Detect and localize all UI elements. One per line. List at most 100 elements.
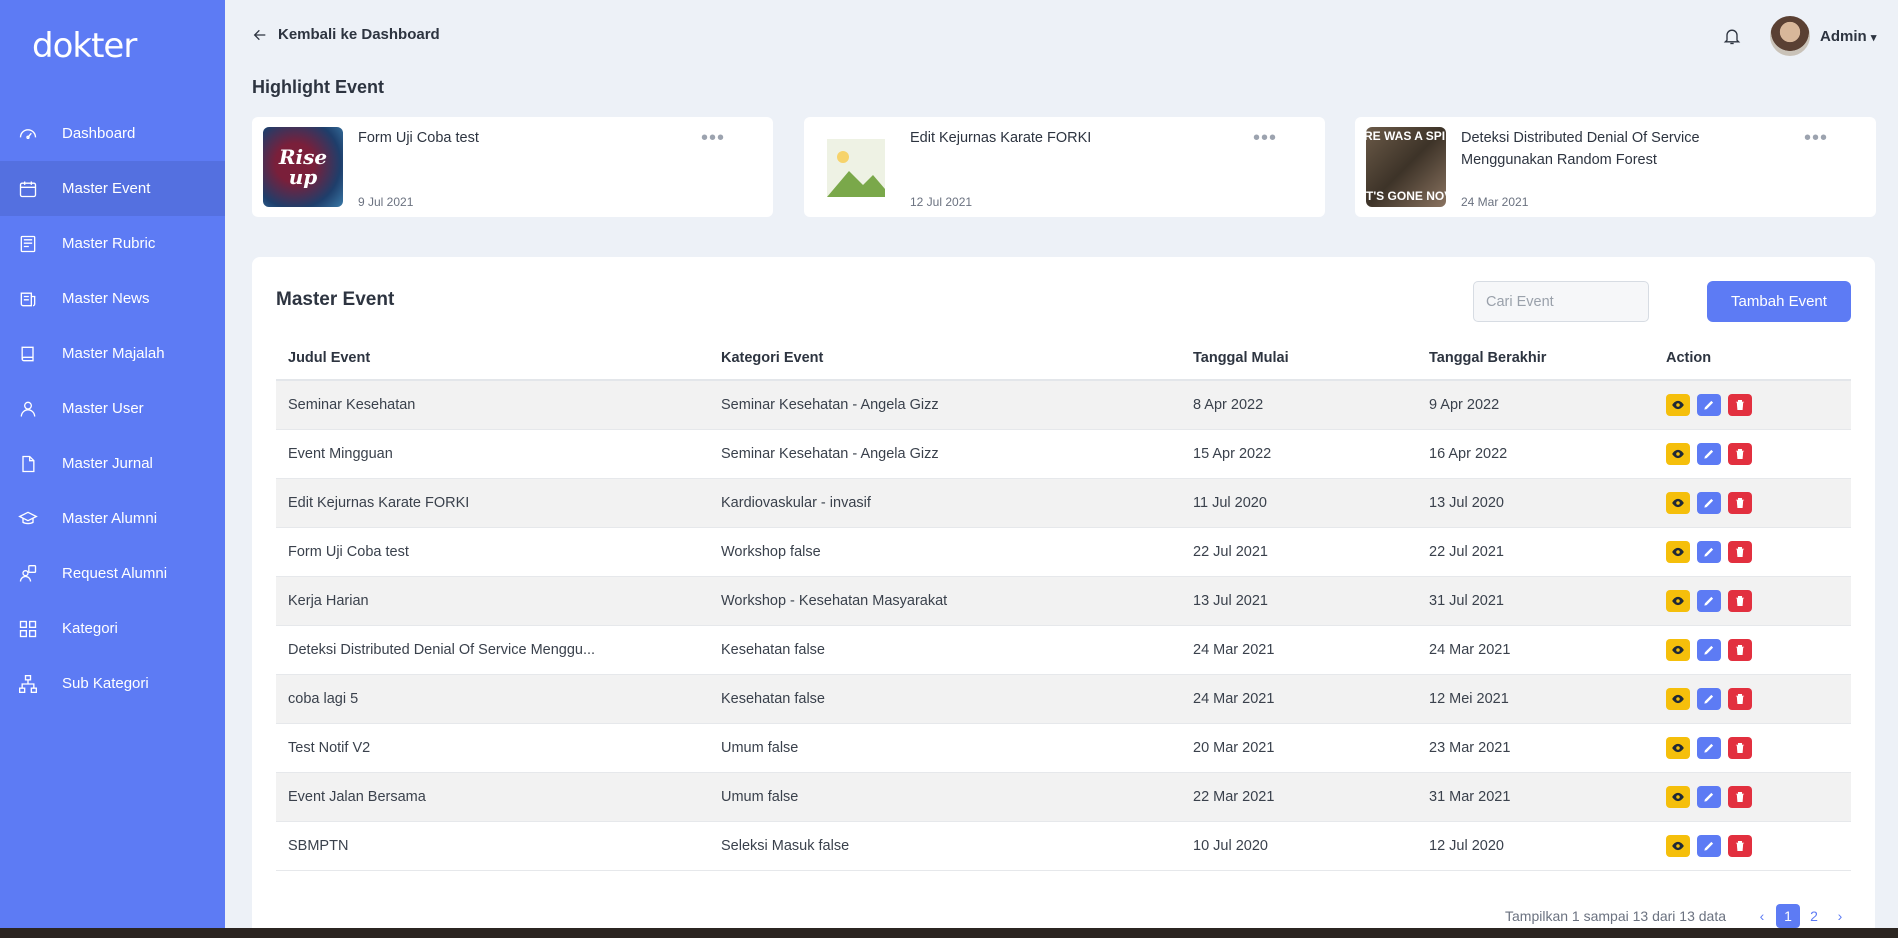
table-row: Seminar Kesehatan Seminar Kesehatan - Ang… bbox=[276, 380, 1851, 430]
cell-actions bbox=[1654, 576, 1851, 626]
thumbnail-logo-text: Rise up bbox=[278, 145, 328, 189]
add-event-button[interactable]: Tambah Event bbox=[1707, 281, 1851, 322]
sidebar-item-dashboard[interactable]: Dashboard bbox=[0, 106, 225, 161]
view-button[interactable] bbox=[1666, 491, 1690, 514]
highlight-card[interactable]: Rise up Form Uji Coba test 9 Jul 2021 ••… bbox=[252, 117, 773, 217]
trash-icon bbox=[1733, 545, 1747, 559]
trash-icon bbox=[1733, 496, 1747, 510]
view-button[interactable] bbox=[1666, 442, 1690, 465]
highlight-card[interactable]: RE WAS A SPI T'S GONE NOV Deteksi Distri… bbox=[1355, 117, 1876, 217]
view-button[interactable] bbox=[1666, 638, 1690, 661]
master-event-panel: Master Event Tambah Event Judul Event Ka… bbox=[252, 257, 1875, 938]
edit-button[interactable] bbox=[1697, 540, 1721, 563]
view-button[interactable] bbox=[1666, 589, 1690, 612]
sidebar-item-request-alumni[interactable]: Request Alumni bbox=[0, 546, 225, 601]
edit-button[interactable] bbox=[1697, 687, 1721, 710]
sidebar-item-master-majalah[interactable]: Master Majalah bbox=[0, 326, 225, 381]
sidebar-item-label: Master User bbox=[62, 400, 144, 417]
cell-judul: Seminar Kesehatan bbox=[276, 380, 709, 430]
edit-button[interactable] bbox=[1697, 589, 1721, 612]
cell-tanggal-mulai: 8 Apr 2022 bbox=[1181, 380, 1417, 430]
edit-button[interactable] bbox=[1697, 442, 1721, 465]
delete-button[interactable] bbox=[1728, 638, 1752, 661]
cell-judul: coba lagi 5 bbox=[276, 674, 709, 724]
view-button[interactable] bbox=[1666, 736, 1690, 759]
page-button[interactable]: 1 bbox=[1776, 904, 1800, 928]
edit-button[interactable] bbox=[1697, 834, 1721, 857]
next-page-icon[interactable]: › bbox=[1828, 904, 1852, 928]
cell-kategori: Workshop false bbox=[709, 527, 1181, 577]
delete-button[interactable] bbox=[1728, 785, 1752, 808]
more-options-icon[interactable]: ••• bbox=[701, 127, 725, 150]
edit-button[interactable] bbox=[1697, 736, 1721, 759]
edit-button[interactable] bbox=[1697, 393, 1721, 416]
view-button[interactable] bbox=[1666, 540, 1690, 563]
sidebar-item-master-event[interactable]: Master Event bbox=[0, 161, 225, 216]
view-button[interactable] bbox=[1666, 687, 1690, 710]
sidebar-item-label: Kategori bbox=[62, 620, 118, 637]
cell-kategori: Kesehatan false bbox=[709, 625, 1181, 675]
delete-button[interactable] bbox=[1728, 687, 1752, 710]
trash-icon bbox=[1733, 790, 1747, 804]
edit-button[interactable] bbox=[1697, 785, 1721, 808]
column-header: Judul Event bbox=[276, 336, 709, 381]
delete-button[interactable] bbox=[1728, 736, 1752, 759]
trash-icon bbox=[1733, 643, 1747, 657]
sidebar-item-master-rubric[interactable]: Master Rubric bbox=[0, 216, 225, 271]
notification-bell-icon[interactable] bbox=[1722, 26, 1742, 46]
cell-judul: Event Jalan Bersama bbox=[276, 772, 709, 822]
trash-icon bbox=[1733, 398, 1747, 412]
cell-kategori: Seminar Kesehatan - Angela Gizz bbox=[709, 429, 1181, 479]
delete-button[interactable] bbox=[1728, 491, 1752, 514]
cell-kategori: Seminar Kesehatan - Angela Gizz bbox=[709, 380, 1181, 430]
view-button[interactable] bbox=[1666, 785, 1690, 808]
brand-logo[interactable]: dokter bbox=[32, 26, 137, 66]
view-button[interactable] bbox=[1666, 393, 1690, 416]
document-icon bbox=[16, 452, 40, 476]
eye-icon bbox=[1671, 643, 1685, 657]
pencil-icon bbox=[1702, 839, 1716, 853]
user-menu-dropdown[interactable]: Admin ▾ bbox=[1820, 28, 1876, 45]
trash-icon bbox=[1733, 692, 1747, 706]
sidebar-item-kategori[interactable]: Kategori bbox=[0, 601, 225, 656]
delete-button[interactable] bbox=[1728, 834, 1752, 857]
sidebar-item-label: Master Event bbox=[62, 180, 151, 197]
sidebar-item-master-news[interactable]: Master News bbox=[0, 271, 225, 326]
thumbnail-meme-top: RE WAS A SPI bbox=[1366, 129, 1446, 143]
pencil-icon bbox=[1702, 545, 1716, 559]
search-event-input[interactable] bbox=[1473, 281, 1649, 322]
news-icon bbox=[16, 287, 40, 311]
sidebar-item-master-alumni[interactable]: Master Alumni bbox=[0, 491, 225, 546]
sidebar-item-sub-kategori[interactable]: Sub Kategori bbox=[0, 656, 225, 711]
sidebar-item-master-jurnal[interactable]: Master Jurnal bbox=[0, 436, 225, 491]
cell-actions bbox=[1654, 478, 1851, 528]
delete-button[interactable] bbox=[1728, 393, 1752, 416]
table-row: coba lagi 5 Kesehatan false 24 Mar 2021 12 … bbox=[276, 674, 1851, 724]
delete-button[interactable] bbox=[1728, 442, 1752, 465]
edit-button[interactable] bbox=[1697, 491, 1721, 514]
sidebar-item-label: Sub Kategori bbox=[62, 675, 149, 692]
column-header: Kategori Event bbox=[709, 336, 1181, 381]
trash-icon bbox=[1733, 839, 1747, 853]
more-options-icon[interactable]: ••• bbox=[1804, 127, 1828, 150]
edit-button[interactable] bbox=[1697, 638, 1721, 661]
back-to-dashboard-link[interactable]: Kembali ke Dashboard bbox=[252, 26, 440, 43]
prev-page-icon[interactable]: ‹ bbox=[1750, 904, 1774, 928]
table-row: Test Notif V2 Umum false 20 Mar 2021 23 Mar… bbox=[276, 723, 1851, 773]
pencil-icon bbox=[1702, 643, 1716, 657]
sidebar: dokter Dashboard Master Event Master Rub… bbox=[0, 0, 225, 928]
more-options-icon[interactable]: ••• bbox=[1253, 127, 1277, 150]
trash-icon bbox=[1733, 741, 1747, 755]
view-button[interactable] bbox=[1666, 834, 1690, 857]
graduation-cap-icon bbox=[16, 507, 40, 531]
user-avatar[interactable] bbox=[1770, 16, 1810, 56]
highlight-card[interactable]: Edit Kejurnas Karate FORKI 12 Jul 2021 •… bbox=[804, 117, 1325, 217]
cell-kategori: Umum false bbox=[709, 772, 1181, 822]
dashboard-gauge-icon bbox=[16, 122, 40, 146]
sidebar-item-master-user[interactable]: Master User bbox=[0, 381, 225, 436]
table-body: Seminar Kesehatan Seminar Kesehatan - Ang… bbox=[276, 380, 1851, 871]
sitemap-icon bbox=[16, 672, 40, 696]
delete-button[interactable] bbox=[1728, 540, 1752, 563]
delete-button[interactable] bbox=[1728, 589, 1752, 612]
page-button[interactable]: 2 bbox=[1802, 904, 1826, 928]
